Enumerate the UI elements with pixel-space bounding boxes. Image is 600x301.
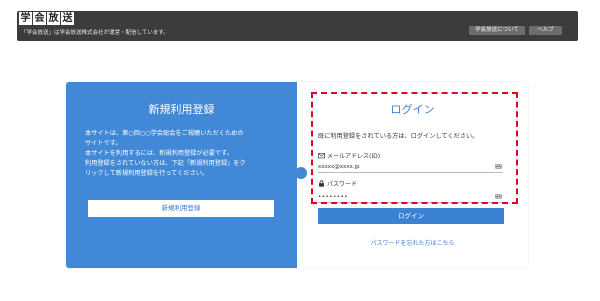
about-button[interactable]: 学会放送について xyxy=(469,26,525,35)
description-line: サイトです。 xyxy=(85,140,122,147)
login-button[interactable]: ログイン xyxy=(318,208,504,224)
register-panel: 新規利用登録 本サイトは、第○回○○学会総会をご視聴いただくための サイトです。… xyxy=(66,82,297,268)
description-line: 本サイトを利用するには、新規利用登録が必要です。 xyxy=(85,150,233,157)
register-description: 本サイトは、第○回○○学会総会をご視聴いただくための サイトです。 本サイトを利… xyxy=(85,129,285,179)
site-logo[interactable]: 学 会 放 送 xyxy=(19,12,75,26)
logo-char: 放 xyxy=(47,12,60,25)
logo-char: 会 xyxy=(33,12,46,25)
site-header: 学 会 放 送 「学会放送」は学会放送株式会社が運営・配信しています。 学会放送… xyxy=(17,11,578,41)
description-line: 利用登録をされていない方は、下記「新規利用登録」をク xyxy=(85,160,246,167)
highlight-box xyxy=(311,92,518,204)
site-tagline: 「学会放送」は学会放送株式会社が運営・配信しています。 xyxy=(21,30,169,36)
logo-char: 学 xyxy=(19,12,32,25)
description-line: 本サイトは、第○回○○学会総会をご視聴いただくための xyxy=(85,130,244,137)
register-title: 新規利用登録 xyxy=(148,103,215,116)
forgot-password-link[interactable]: パスワードを忘れた方はこちら xyxy=(297,238,528,247)
logo-char: 送 xyxy=(61,12,74,25)
help-button[interactable]: ヘルプ xyxy=(529,26,562,35)
panel-divider-notch xyxy=(295,167,307,179)
description-line: リックして新規利用登録を行ってください。 xyxy=(85,170,209,177)
register-button[interactable]: 新規利用登録 xyxy=(88,200,274,217)
